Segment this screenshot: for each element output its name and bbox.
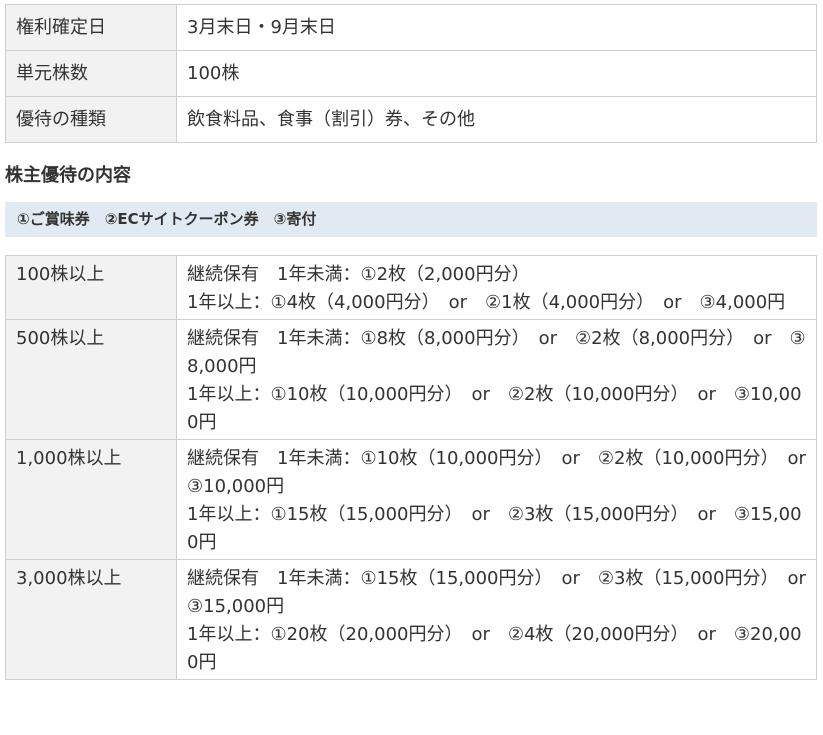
table-row: 権利確定日 3月末日・9月末日 <box>5 4 817 51</box>
benefit-summary-box: ①ご賞味券 ②ECサイトクーポン券 ③寄付 <box>5 202 817 237</box>
tier-detail: 継続保有 1年未満：①10枚（10,000円分） or ②2枚（10,000円分… <box>176 439 823 560</box>
tier-label: 100株以上 <box>5 255 177 320</box>
tier-detail-line: 継続保有 1年未満：①8枚（8,000円分） or ②2枚（8,000円分） o… <box>187 328 806 377</box>
unit-shares-label: 単元株数 <box>5 50 177 97</box>
benefit-type-label: 優待の種類 <box>5 96 177 143</box>
tier-detail-line: 継続保有 1年未満：①10枚（10,000円分） or ②2枚（10,000円分… <box>187 448 823 497</box>
tier-label: 500株以上 <box>5 319 177 440</box>
section-heading: 株主優待の内容 <box>5 165 131 186</box>
tier-detail-line: 継続保有 1年未満：①2枚（2,000円分） <box>187 264 530 285</box>
record-date-label: 権利確定日 <box>5 4 177 51</box>
benefit-detail-table: 100株以上 継続保有 1年未満：①2枚（2,000円分） 1年以上：①4枚（4… <box>5 255 823 680</box>
tier-detail: 継続保有 1年未満：①15枚（15,000円分） or ②3枚（15,000円分… <box>176 559 823 680</box>
benefit-type-value: 飲食料品、食事（割引）券、その他 <box>176 96 817 143</box>
tier-detail-line: 1年以上：①10枚（10,000円分） or ②2枚（10,000円分） or … <box>187 384 802 433</box>
table-row: 100株以上 継続保有 1年未満：①2枚（2,000円分） 1年以上：①4枚（4… <box>5 255 817 320</box>
table-row: 単元株数 100株 <box>5 50 817 97</box>
tier-detail-line: 1年以上：①15枚（15,000円分） or ②3枚（15,000円分） or … <box>187 504 802 553</box>
tier-detail-line: 1年以上：①4枚（4,000円分） or ②1枚（4,000円分） or ③4,… <box>187 292 786 313</box>
table-row: 500株以上 継続保有 1年未満：①8枚（8,000円分） or ②2枚（8,0… <box>5 319 817 440</box>
tier-detail: 継続保有 1年未満：①8枚（8,000円分） or ②2枚（8,000円分） o… <box>176 319 817 440</box>
tier-label: 1,000株以上 <box>5 439 177 560</box>
tier-detail-line: 継続保有 1年未満：①15枚（15,000円分） or ②3枚（15,000円分… <box>187 568 823 617</box>
unit-shares-value: 100株 <box>176 50 817 97</box>
tier-detail-line: 1年以上：①20枚（20,000円分） or ②4枚（20,000円分） or … <box>187 624 802 673</box>
shareholder-info-table: 権利確定日 3月末日・9月末日 単元株数 100株 優待の種類 飲食料品、食事（… <box>5 4 817 143</box>
table-row: 3,000株以上 継続保有 1年未満：①15枚（15,000円分） or ②3枚… <box>5 559 823 680</box>
tier-detail: 継続保有 1年未満：①2枚（2,000円分） 1年以上：①4枚（4,000円分）… <box>176 255 817 320</box>
table-row: 優待の種類 飲食料品、食事（割引）券、その他 <box>5 96 817 143</box>
tier-label: 3,000株以上 <box>5 559 177 680</box>
table-row: 1,000株以上 継続保有 1年未満：①10枚（10,000円分） or ②2枚… <box>5 439 823 560</box>
record-date-value: 3月末日・9月末日 <box>176 4 817 51</box>
